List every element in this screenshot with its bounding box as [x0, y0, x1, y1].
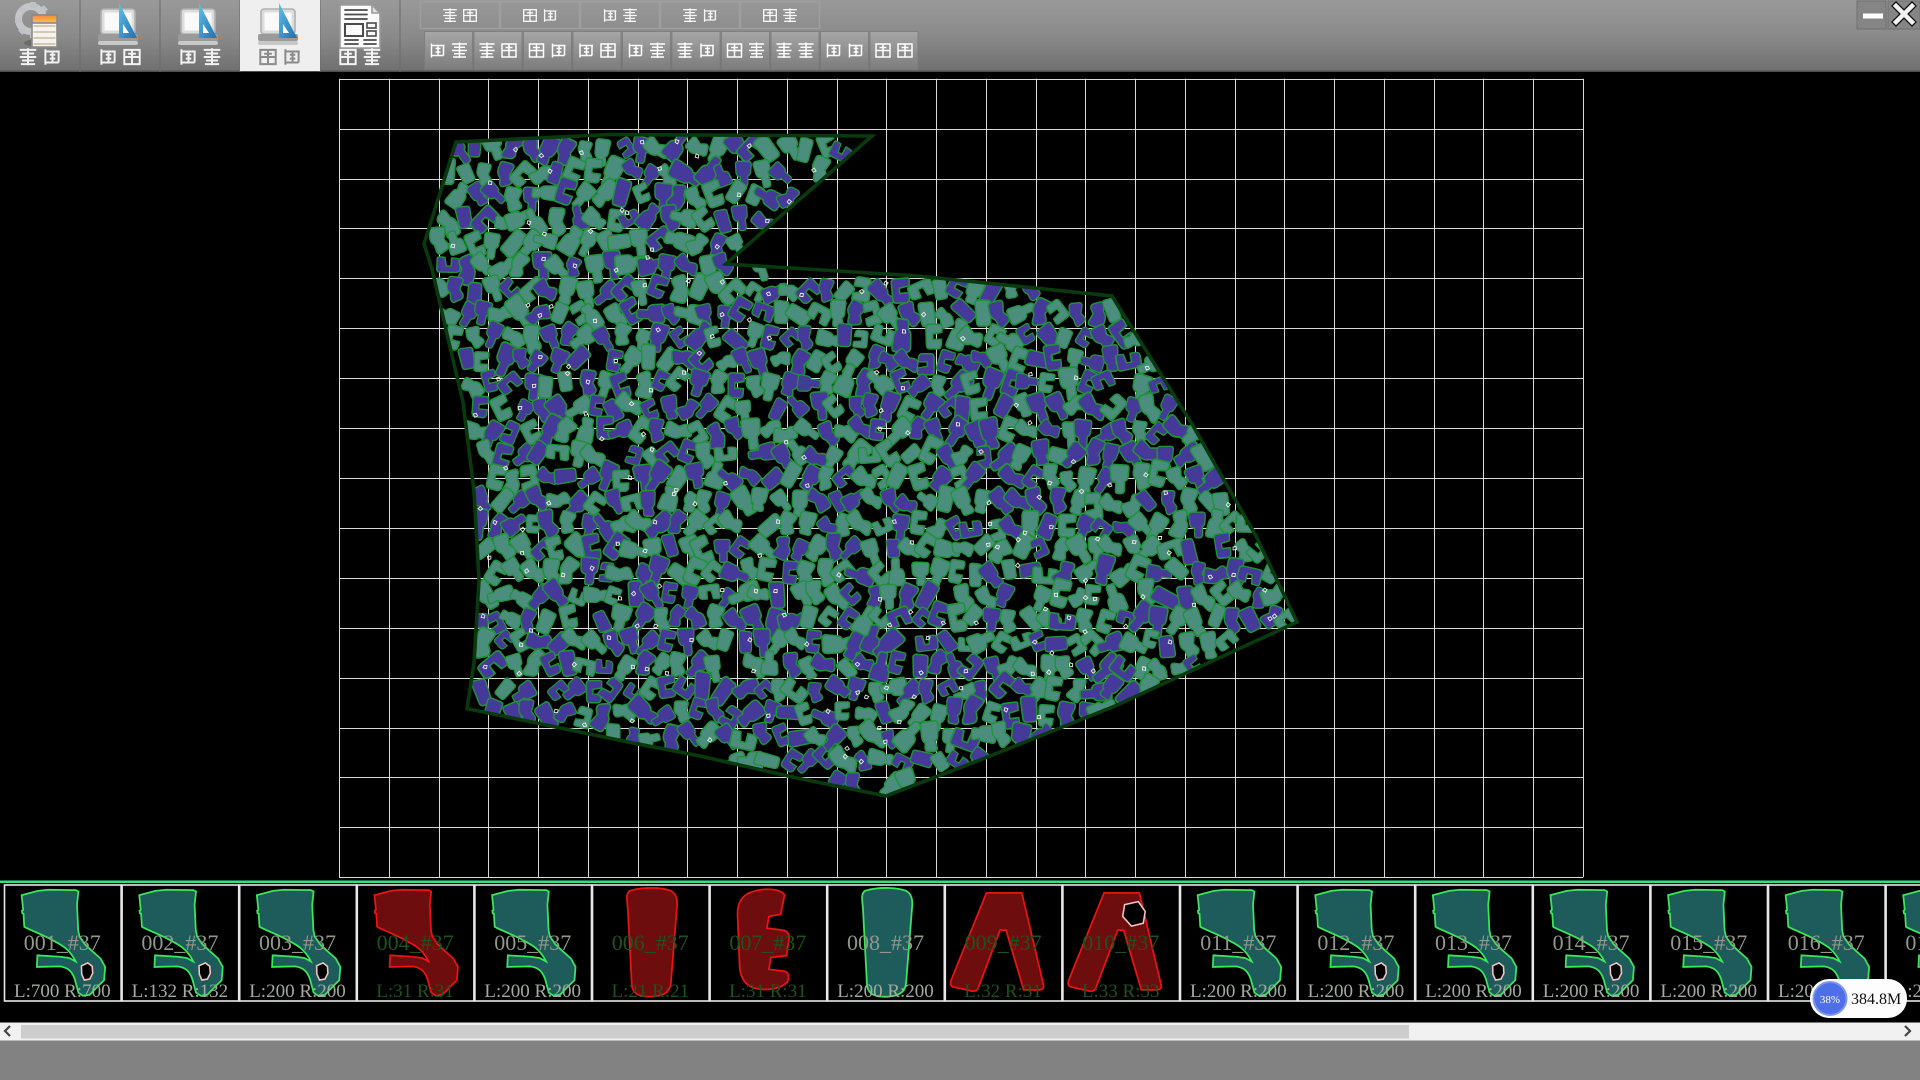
svg-text:010_#37: 010_#37	[1082, 930, 1159, 955]
svg-text:L:200 R:200: L:200 R:200	[1425, 981, 1522, 1002]
svg-text:003_#37: 003_#37	[259, 930, 336, 955]
svg-text:L:32 R:31: L:32 R:31	[964, 981, 1042, 1002]
svg-text:L:700 R:700: L:700 R:700	[14, 981, 111, 1002]
svg-text:016_#37: 016_#37	[1788, 930, 1865, 955]
svg-text:384.8M: 384.8M	[1851, 991, 1901, 1008]
svg-text:L:21 R:21: L:21 R:21	[612, 981, 690, 1002]
svg-text:L:33 R:33: L:33 R:33	[1082, 981, 1160, 1002]
svg-text:L:200 R:200: L:200 R:200	[1308, 981, 1405, 1002]
svg-text:002_#37: 002_#37	[141, 930, 218, 955]
svg-text:L:132 R:132: L:132 R:132	[132, 981, 229, 1002]
svg-text:008_#37: 008_#37	[847, 930, 924, 955]
svg-text:L:31 R:31: L:31 R:31	[729, 981, 807, 1002]
svg-text:38%: 38%	[1820, 994, 1840, 1006]
svg-text:004_#37: 004_#37	[377, 930, 454, 955]
svg-text:011_#37: 011_#37	[1200, 930, 1276, 955]
svg-text:001_#37: 001_#37	[24, 930, 101, 955]
svg-text:L:200 R:200: L:200 R:200	[249, 981, 346, 1002]
svg-text:L:200 R:200: L:200 R:200	[1660, 981, 1757, 1002]
svg-text:007_#37: 007_#37	[729, 930, 806, 955]
svg-text:L:200 R:200: L:200 R:200	[1190, 981, 1287, 1002]
svg-text:L:200 R:200: L:200 R:200	[1543, 981, 1640, 1002]
svg-text:017_#37: 017_#37	[1905, 930, 1920, 955]
svg-text:013_#37: 013_#37	[1435, 930, 1512, 955]
svg-text:009_#37: 009_#37	[965, 930, 1042, 955]
svg-text:012_#37: 012_#37	[1317, 930, 1394, 955]
svg-text:L:200 R:200: L:200 R:200	[484, 981, 581, 1002]
svg-text:014_#37: 014_#37	[1553, 930, 1630, 955]
svg-text:L:200 R:200: L:200 R:200	[837, 981, 934, 1002]
svg-text:006_#37: 006_#37	[612, 930, 689, 955]
svg-text:015_#37: 015_#37	[1670, 930, 1747, 955]
svg-text:005_#37: 005_#37	[494, 930, 571, 955]
svg-text:L:31 R:31: L:31 R:31	[376, 981, 454, 1002]
